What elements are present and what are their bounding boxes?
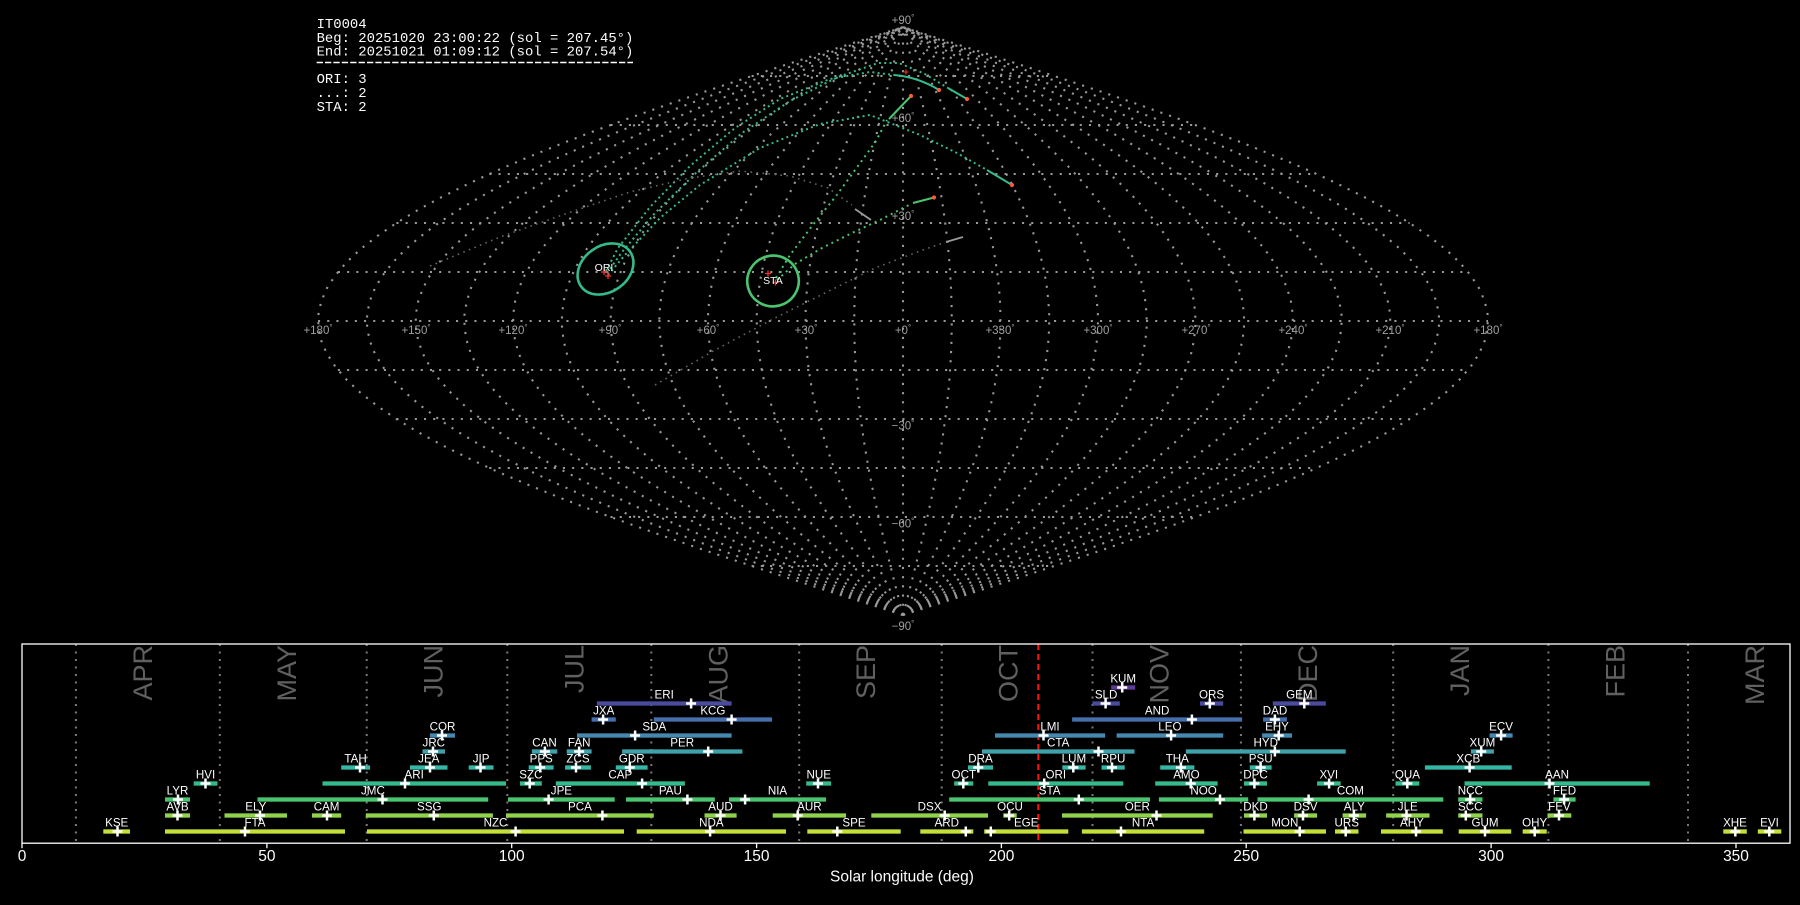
svg-text:+180°: +180° [1473,323,1502,337]
svg-text:CTA: CTA [1047,737,1070,750]
svg-text:STA: STA [763,275,783,287]
svg-text:ORI: ORI [1045,769,1066,782]
svg-text:50: 50 [258,848,276,865]
svg-text:ARI: ARI [405,769,424,782]
svg-text:PCA: PCA [568,801,592,814]
svg-text:300: 300 [1478,848,1504,865]
svg-text:+120°: +120° [498,323,527,337]
svg-text:DRA: DRA [968,753,993,766]
svg-text:AMO: AMO [1173,769,1199,782]
svg-text:SDA: SDA [642,721,666,734]
svg-text:ARD: ARD [935,817,959,830]
svg-text:DSX: DSX [918,801,942,814]
svg-text:COM: COM [1337,785,1364,798]
svg-text:GEM: GEM [1286,689,1312,702]
svg-text:CAP: CAP [608,769,632,782]
svg-text:THA: THA [1166,753,1189,766]
svg-text:−60°: −60° [892,517,915,531]
svg-text:JPE: JPE [551,785,573,798]
svg-text:OER: OER [1125,801,1150,814]
svg-text:200: 200 [988,848,1014,865]
svg-text:+210°: +210° [1375,323,1404,337]
svg-text:Solar longitude (deg): Solar longitude (deg) [830,869,974,886]
svg-text:STA: STA [1039,785,1061,798]
svg-text:MAR: MAR [1740,645,1770,705]
svg-text:NIA: NIA [768,785,788,798]
svg-text:+300°: +300° [1083,323,1112,337]
svg-text:End: 20251021 01:09:12 (sol =: End: 20251021 01:09:12 (sol = 207.54°) [317,45,634,61]
svg-text:MAY: MAY [272,645,302,702]
svg-text:−90°: −90° [892,619,915,633]
svg-text:SPE: SPE [842,817,865,830]
svg-text:+270°: +270° [1181,323,1210,337]
svg-text:JUN: JUN [419,645,449,698]
svg-text:MON: MON [1271,817,1298,830]
svg-text:100: 100 [499,848,525,865]
svg-text:+240°: +240° [1278,323,1307,337]
svg-text:PER: PER [670,737,694,750]
svg-text:+90°: +90° [599,323,622,337]
svg-text:SSG: SSG [417,801,441,814]
svg-text:AND: AND [1145,705,1169,718]
svg-text:+90°: +90° [892,13,915,27]
svg-text:FTA: FTA [244,817,265,830]
svg-text:+330°: +330° [985,323,1014,337]
svg-text:250: 250 [1233,848,1259,865]
svg-text:EGE: EGE [1014,817,1039,830]
svg-text:+60°: +60° [697,323,720,337]
svg-text:NZC: NZC [484,817,508,830]
svg-text:ELY: ELY [245,801,266,814]
svg-text:AUR: AUR [797,801,821,814]
svg-text:150: 150 [744,848,770,865]
svg-text:JUL: JUL [559,645,589,693]
svg-text:DSV: DSV [1294,801,1318,814]
svg-text:SEP: SEP [851,645,881,699]
svg-text:OCT: OCT [994,645,1024,702]
svg-text:AUG: AUG [703,645,733,704]
svg-text:EHY: EHY [1265,721,1289,734]
svg-text:+180°: +180° [303,323,332,337]
svg-text:+30°: +30° [795,323,818,337]
svg-text:NTA: NTA [1132,817,1155,830]
svg-text:ORS: ORS [1199,689,1224,702]
svg-text:PAU: PAU [659,785,682,798]
svg-text:SCC: SCC [1458,801,1482,814]
svg-text:+30°: +30° [892,209,915,223]
svg-text:STA: 2: STA: 2 [317,100,367,116]
svg-text:ZCS: ZCS [566,753,589,766]
svg-text:NOO: NOO [1190,785,1216,798]
svg-text:+150°: +150° [401,323,430,337]
svg-text:JMC: JMC [361,785,385,798]
svg-text:TAH: TAH [344,753,366,766]
svg-text:KCG: KCG [700,705,725,718]
svg-text:NOV: NOV [1145,645,1175,704]
svg-text:NDA: NDA [699,817,724,830]
svg-text:350: 350 [1723,848,1749,865]
svg-text:JAN: JAN [1445,645,1475,696]
svg-text:GDR: GDR [619,753,645,766]
svg-text:FEB: FEB [1600,645,1630,698]
svg-text:AHY: AHY [1400,817,1424,830]
svg-text:−30°: −30° [892,419,915,433]
svg-text:APR: APR [128,645,158,701]
svg-text:JLE: JLE [1398,801,1418,814]
svg-text:0: 0 [18,848,27,865]
svg-text:ERI: ERI [655,689,674,702]
svg-text:ORI: ORI [595,262,614,274]
